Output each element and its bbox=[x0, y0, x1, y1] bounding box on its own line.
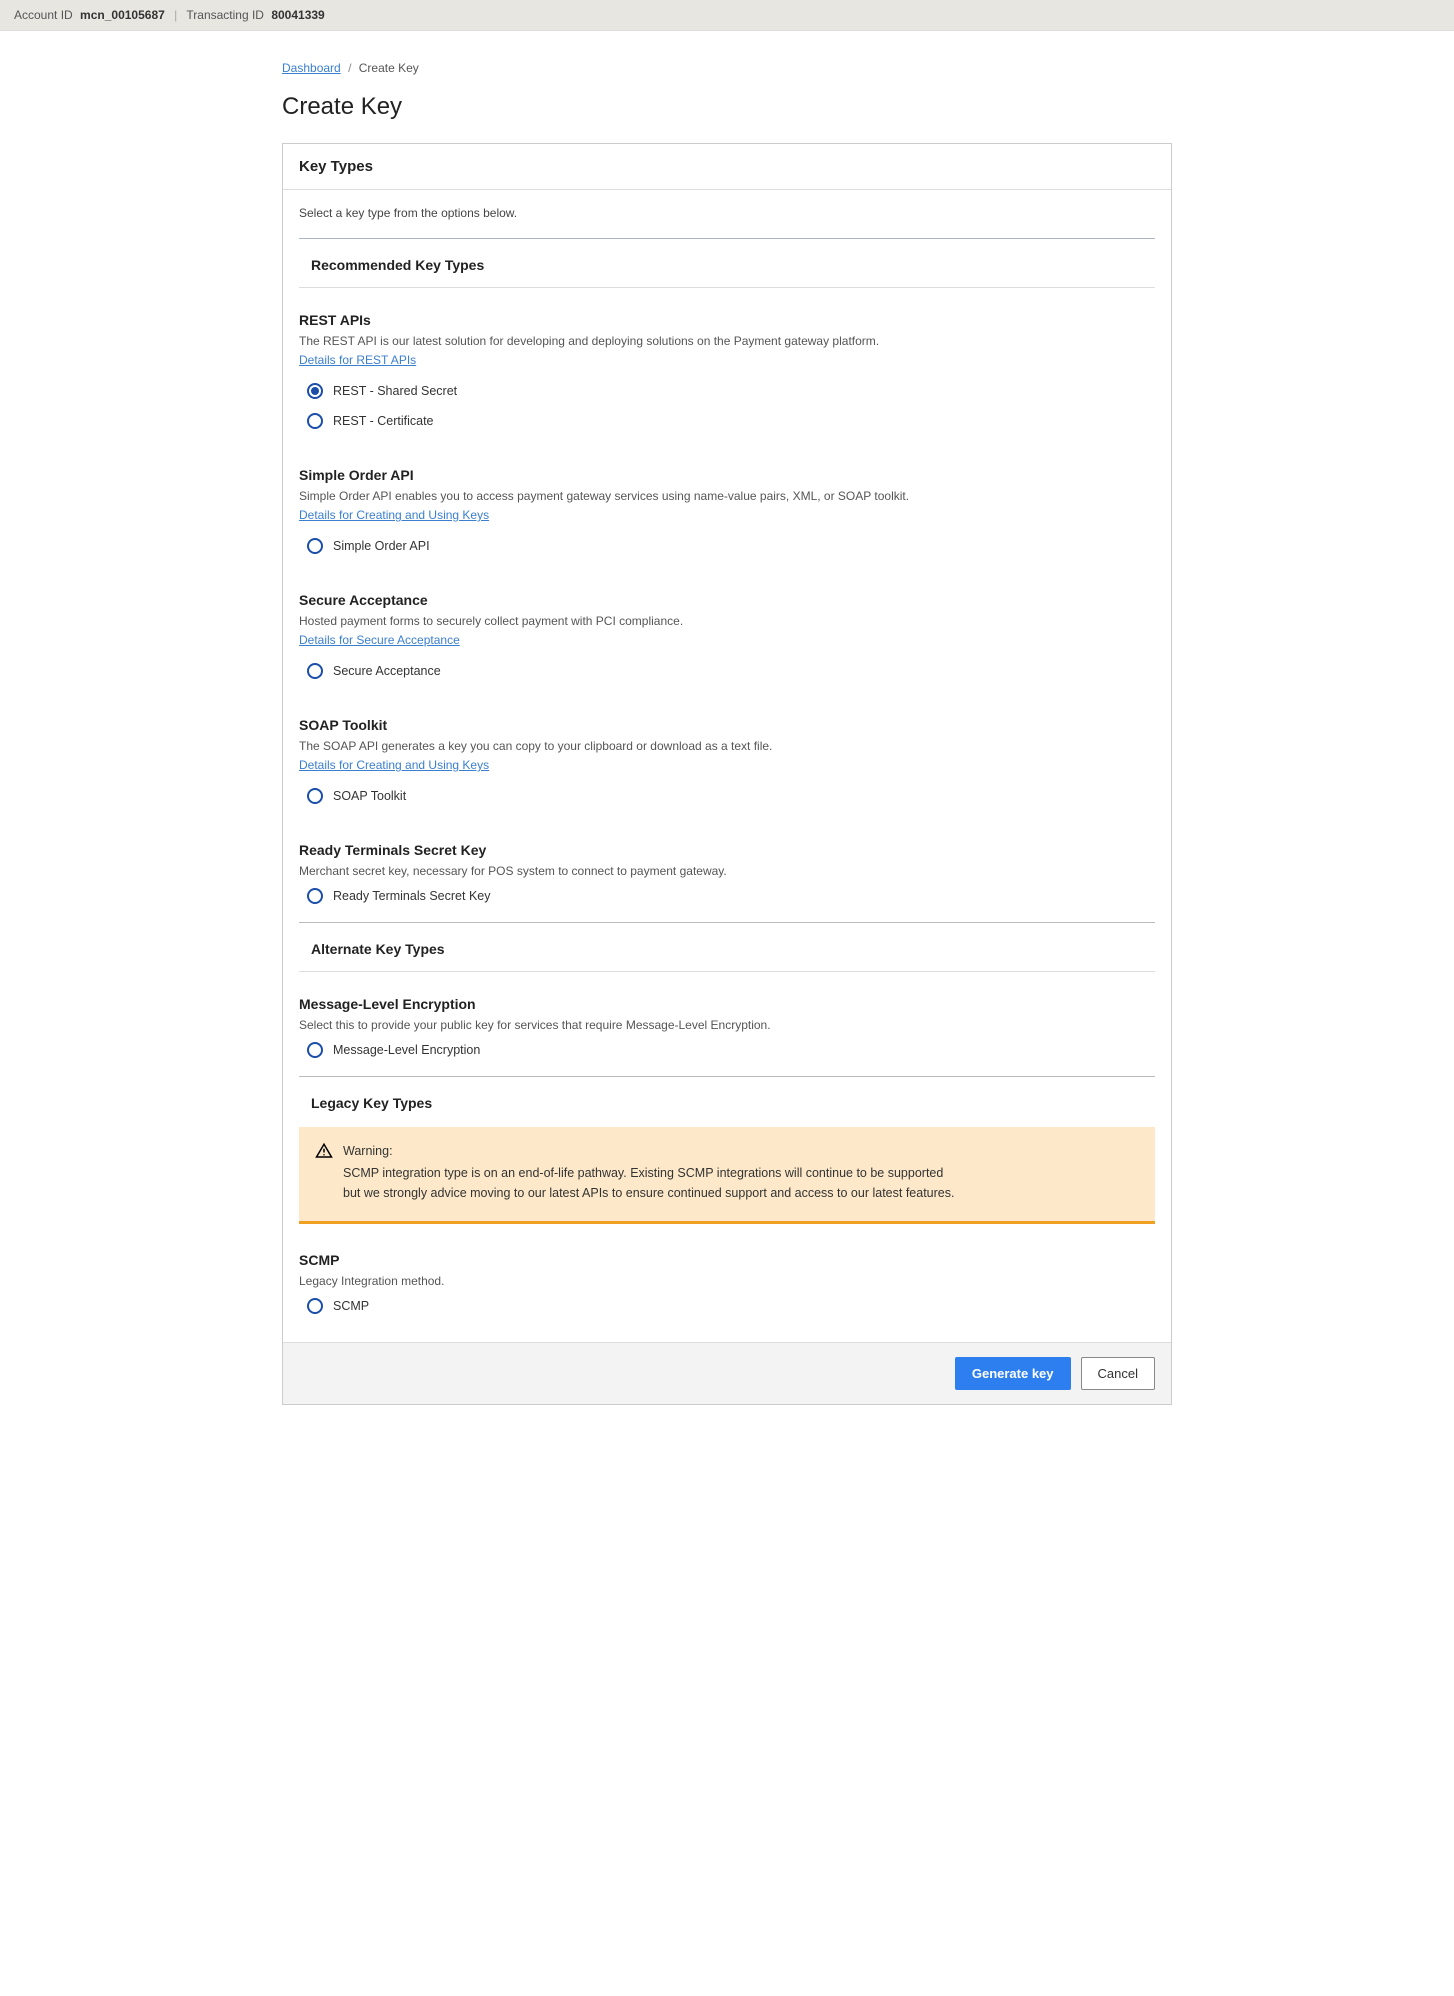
soap-details-link[interactable]: Details for Creating and Using Keys bbox=[299, 758, 489, 772]
radio-icon bbox=[307, 1042, 323, 1058]
soap-heading: SOAP Toolkit bbox=[299, 717, 1155, 733]
radio-rest-certificate[interactable]: REST - Certificate bbox=[307, 413, 1155, 429]
page-title: Create Key bbox=[282, 93, 1172, 121]
secure-acceptance-details-link[interactable]: Details for Secure Acceptance bbox=[299, 633, 460, 647]
radio-label: Message-Level Encryption bbox=[333, 1043, 480, 1057]
recommended-section-title: Recommended Key Types bbox=[299, 251, 1155, 283]
legacy-section-title: Legacy Key Types bbox=[299, 1089, 1155, 1121]
breadcrumb-current: Create Key bbox=[359, 61, 419, 75]
key-types-panel: Key Types Select a key type from the opt… bbox=[282, 143, 1172, 1405]
mle-heading: Message-Level Encryption bbox=[299, 996, 1155, 1012]
radio-icon bbox=[307, 413, 323, 429]
warning-title: Warning: bbox=[343, 1141, 963, 1161]
divider bbox=[299, 238, 1155, 239]
panel-footer: Generate key Cancel bbox=[283, 1342, 1171, 1404]
radio-label: REST - Shared Secret bbox=[333, 384, 457, 398]
simple-order-heading: Simple Order API bbox=[299, 467, 1155, 483]
account-id-label: Account ID bbox=[14, 8, 73, 22]
radio-simple-order[interactable]: Simple Order API bbox=[307, 538, 1155, 554]
group-secure-acceptance: Secure Acceptance Hosted payment forms t… bbox=[299, 582, 1155, 707]
account-header-bar: Account ID mcn_00105687 | Transacting ID… bbox=[0, 0, 1454, 31]
radio-icon bbox=[307, 888, 323, 904]
radio-icon bbox=[307, 383, 323, 399]
ready-terminals-desc: Merchant secret key, necessary for POS s… bbox=[299, 862, 1155, 880]
separator: | bbox=[174, 8, 177, 22]
ready-terminals-heading: Ready Terminals Secret Key bbox=[299, 842, 1155, 858]
group-mle: Message-Level Encryption Select this to … bbox=[299, 986, 1155, 1076]
radio-label: SCMP bbox=[333, 1299, 369, 1313]
group-simple-order: Simple Order API Simple Order API enable… bbox=[299, 457, 1155, 582]
secure-acceptance-heading: Secure Acceptance bbox=[299, 592, 1155, 608]
radio-label: SOAP Toolkit bbox=[333, 789, 406, 803]
divider bbox=[299, 287, 1155, 288]
warning-text: Warning: SCMP integration type is on an … bbox=[343, 1141, 963, 1203]
scmp-heading: SCMP bbox=[299, 1252, 1155, 1268]
group-rest-apis: REST APIs The REST API is our latest sol… bbox=[299, 302, 1155, 457]
alternate-section-title: Alternate Key Types bbox=[299, 935, 1155, 967]
radio-icon bbox=[307, 788, 323, 804]
transacting-id-value: 80041339 bbox=[271, 8, 324, 22]
breadcrumb-separator: / bbox=[348, 61, 351, 75]
radio-soap-toolkit[interactable]: SOAP Toolkit bbox=[307, 788, 1155, 804]
warning-body: SCMP integration type is on an end-of-li… bbox=[343, 1166, 954, 1200]
group-scmp: SCMP Legacy Integration method. SCMP bbox=[299, 1242, 1155, 1342]
radio-label: Ready Terminals Secret Key bbox=[333, 889, 490, 903]
radio-label: REST - Certificate bbox=[333, 414, 434, 428]
breadcrumb: Dashboard / Create Key bbox=[282, 61, 1172, 75]
mle-desc: Select this to provide your public key f… bbox=[299, 1016, 1155, 1034]
soap-desc: The SOAP API generates a key you can cop… bbox=[299, 737, 1155, 755]
simple-order-details-link[interactable]: Details for Creating and Using Keys bbox=[299, 508, 489, 522]
group-ready-terminals: Ready Terminals Secret Key Merchant secr… bbox=[299, 832, 1155, 922]
transacting-id-label: Transacting ID bbox=[186, 8, 264, 22]
radio-secure-acceptance[interactable]: Secure Acceptance bbox=[307, 663, 1155, 679]
generate-key-button[interactable]: Generate key bbox=[955, 1357, 1071, 1390]
radio-mle[interactable]: Message-Level Encryption bbox=[307, 1042, 1155, 1058]
rest-desc: The REST API is our latest solution for … bbox=[299, 332, 1155, 350]
radio-icon bbox=[307, 663, 323, 679]
divider bbox=[299, 1076, 1155, 1077]
radio-label: Secure Acceptance bbox=[333, 664, 441, 678]
secure-acceptance-desc: Hosted payment forms to securely collect… bbox=[299, 612, 1155, 630]
panel-header: Key Types bbox=[283, 144, 1171, 190]
account-id-value: mcn_00105687 bbox=[80, 8, 165, 22]
warning-icon bbox=[315, 1142, 333, 1160]
radio-ready-terminals[interactable]: Ready Terminals Secret Key bbox=[307, 888, 1155, 904]
divider bbox=[299, 971, 1155, 972]
breadcrumb-dashboard-link[interactable]: Dashboard bbox=[282, 61, 341, 75]
radio-scmp[interactable]: SCMP bbox=[307, 1298, 1155, 1314]
cancel-button[interactable]: Cancel bbox=[1081, 1357, 1155, 1390]
radio-rest-shared-secret[interactable]: REST - Shared Secret bbox=[307, 383, 1155, 399]
simple-order-desc: Simple Order API enables you to access p… bbox=[299, 487, 1155, 505]
warning-banner: Warning: SCMP integration type is on an … bbox=[299, 1127, 1155, 1224]
instruction-text: Select a key type from the options below… bbox=[299, 206, 1155, 220]
group-soap-toolkit: SOAP Toolkit The SOAP API generates a ke… bbox=[299, 707, 1155, 832]
radio-label: Simple Order API bbox=[333, 539, 430, 553]
rest-heading: REST APIs bbox=[299, 312, 1155, 328]
radio-icon bbox=[307, 538, 323, 554]
rest-details-link[interactable]: Details for REST APIs bbox=[299, 353, 416, 367]
radio-icon bbox=[307, 1298, 323, 1314]
scmp-desc: Legacy Integration method. bbox=[299, 1272, 1155, 1290]
divider bbox=[299, 922, 1155, 923]
